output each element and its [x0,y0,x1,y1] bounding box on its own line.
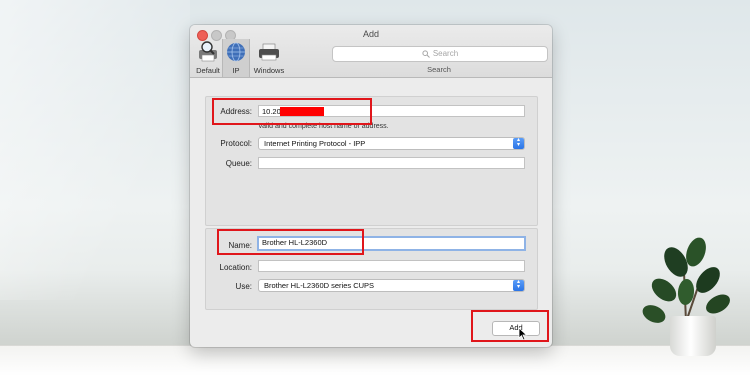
toolbar-item-label: IP [232,66,240,75]
window-title: Add [362,29,379,39]
titlebar: Add Default IP Windows Search Search [190,25,552,78]
driver-value: Brother HL-L2360D series CUPS [264,281,375,290]
search-icon [422,50,430,58]
window-light-reflection [0,0,190,300]
desktop-background: { "window": { "title": "Add" }, "toolbar… [0,0,750,376]
protocol-select[interactable]: Internet Printing Protocol - IPP ▴ ▾ [258,137,525,150]
plant-pot [670,316,716,356]
name-highlight-box [217,229,364,255]
printer-magnifier-icon [199,41,217,62]
add-printer-window: Add Default IP Windows Search Search Add… [190,25,552,347]
driver-select[interactable]: Brother HL-L2360D series CUPS ▴ ▾ [258,279,525,292]
toolbar-item-label: Default [196,66,220,75]
search-input[interactable]: Search [332,46,548,62]
toolbar-item-windows[interactable]: Windows [252,39,286,77]
select-arrows-icon: ▴ ▾ [513,137,524,149]
globe-icon [227,42,245,62]
windows-printer-icon [259,43,279,61]
address-highlight-box [212,98,372,125]
location-label: Location: [219,263,252,272]
search-placeholder: Search [432,49,459,58]
protocol-value: Internet Printing Protocol - IPP [264,139,366,148]
search-label: Search [427,65,451,74]
select-arrows-icon: ▴ ▾ [513,279,524,291]
toolbar-item-ip[interactable]: IP [222,39,250,77]
use-label: Use: [235,282,252,291]
queue-label: Queue: [225,159,252,168]
protocol-label: Protocol: [220,139,252,148]
queue-field[interactable] [258,157,525,169]
toolbar-item-default[interactable]: Default [192,39,224,77]
add-button-highlight-box [471,310,549,342]
toolbar-item-label: Windows [253,66,285,75]
location-field[interactable] [258,260,525,272]
